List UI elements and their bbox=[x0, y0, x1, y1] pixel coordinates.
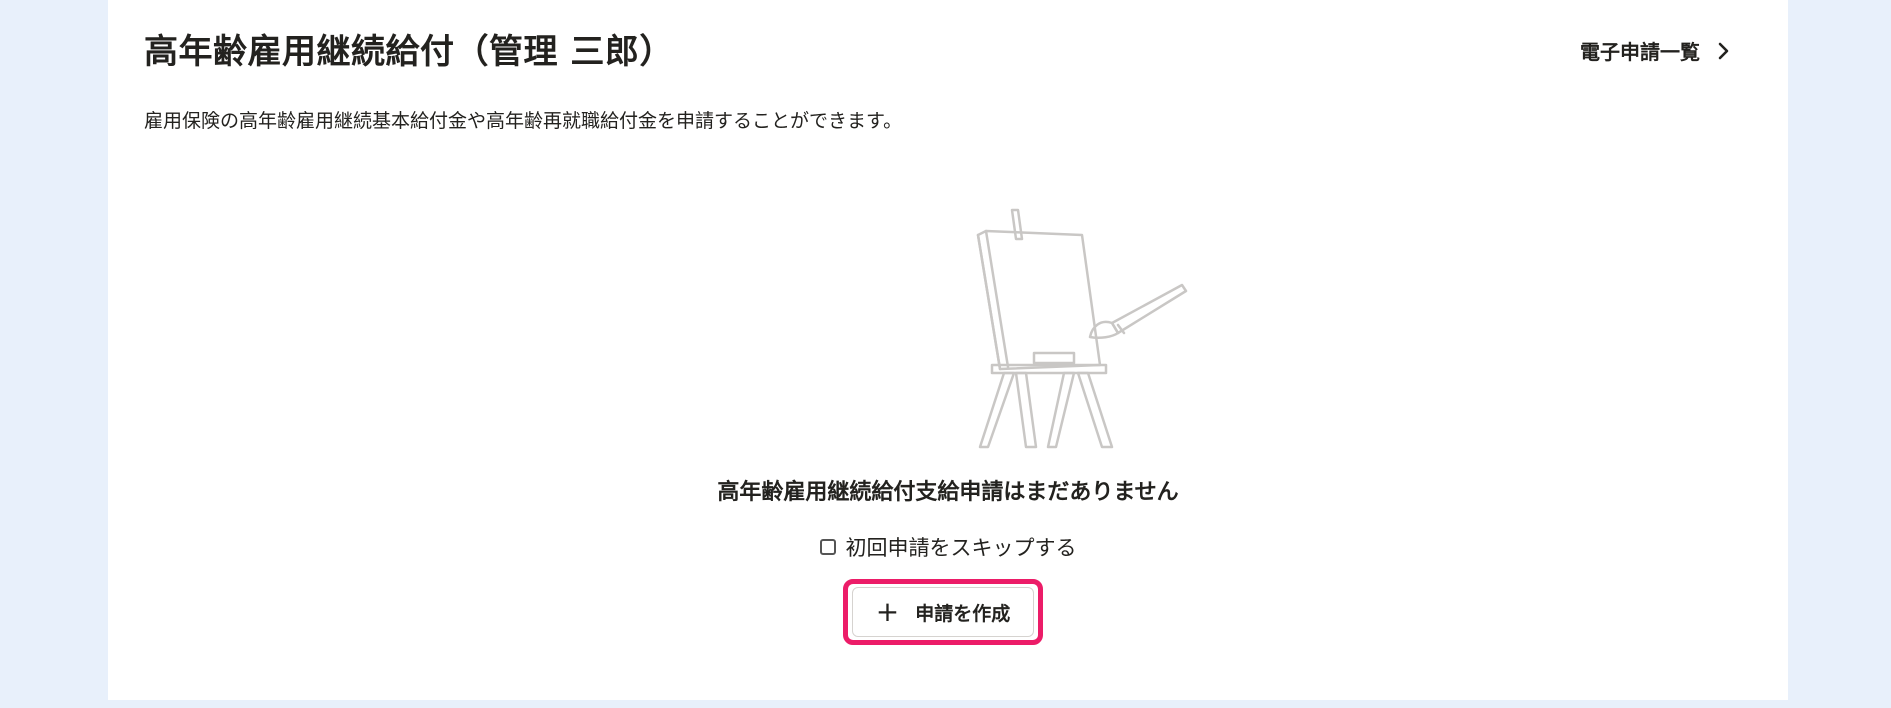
create-button-highlight: + 申請を作成 bbox=[843, 579, 1043, 645]
chevron-right-icon bbox=[1718, 42, 1730, 60]
skip-first-application-label[interactable]: 初回申請をスキップする bbox=[846, 532, 1077, 562]
plus-icon: + bbox=[875, 595, 900, 628]
create-application-button[interactable]: + 申請を作成 bbox=[852, 587, 1034, 637]
main-card: 高年齢雇用継続給付（管理 三郎） 電子申請一覧 雇用保険の高年齢雇用継続基本給付… bbox=[108, 0, 1788, 700]
empty-state-message: 高年齢雇用継続給付支給申請はまだありません bbox=[717, 480, 1179, 505]
page-title: 高年齢雇用継続給付（管理 三郎） bbox=[144, 32, 674, 72]
page-description: 雇用保険の高年齢雇用継続基本給付金や高年齢再就職給付金を申請することができます。 bbox=[144, 110, 903, 132]
create-button-label: 申請を作成 bbox=[915, 602, 1011, 625]
skip-first-application-checkbox[interactable] bbox=[819, 539, 836, 555]
easel-illustration bbox=[856, 205, 1196, 459]
skip-first-application-option: 初回申請をスキップする bbox=[108, 532, 1788, 562]
electronic-application-list-link[interactable]: 電子申請一覧 bbox=[1580, 36, 1730, 65]
list-link-label: 電子申請一覧 bbox=[1580, 40, 1700, 64]
